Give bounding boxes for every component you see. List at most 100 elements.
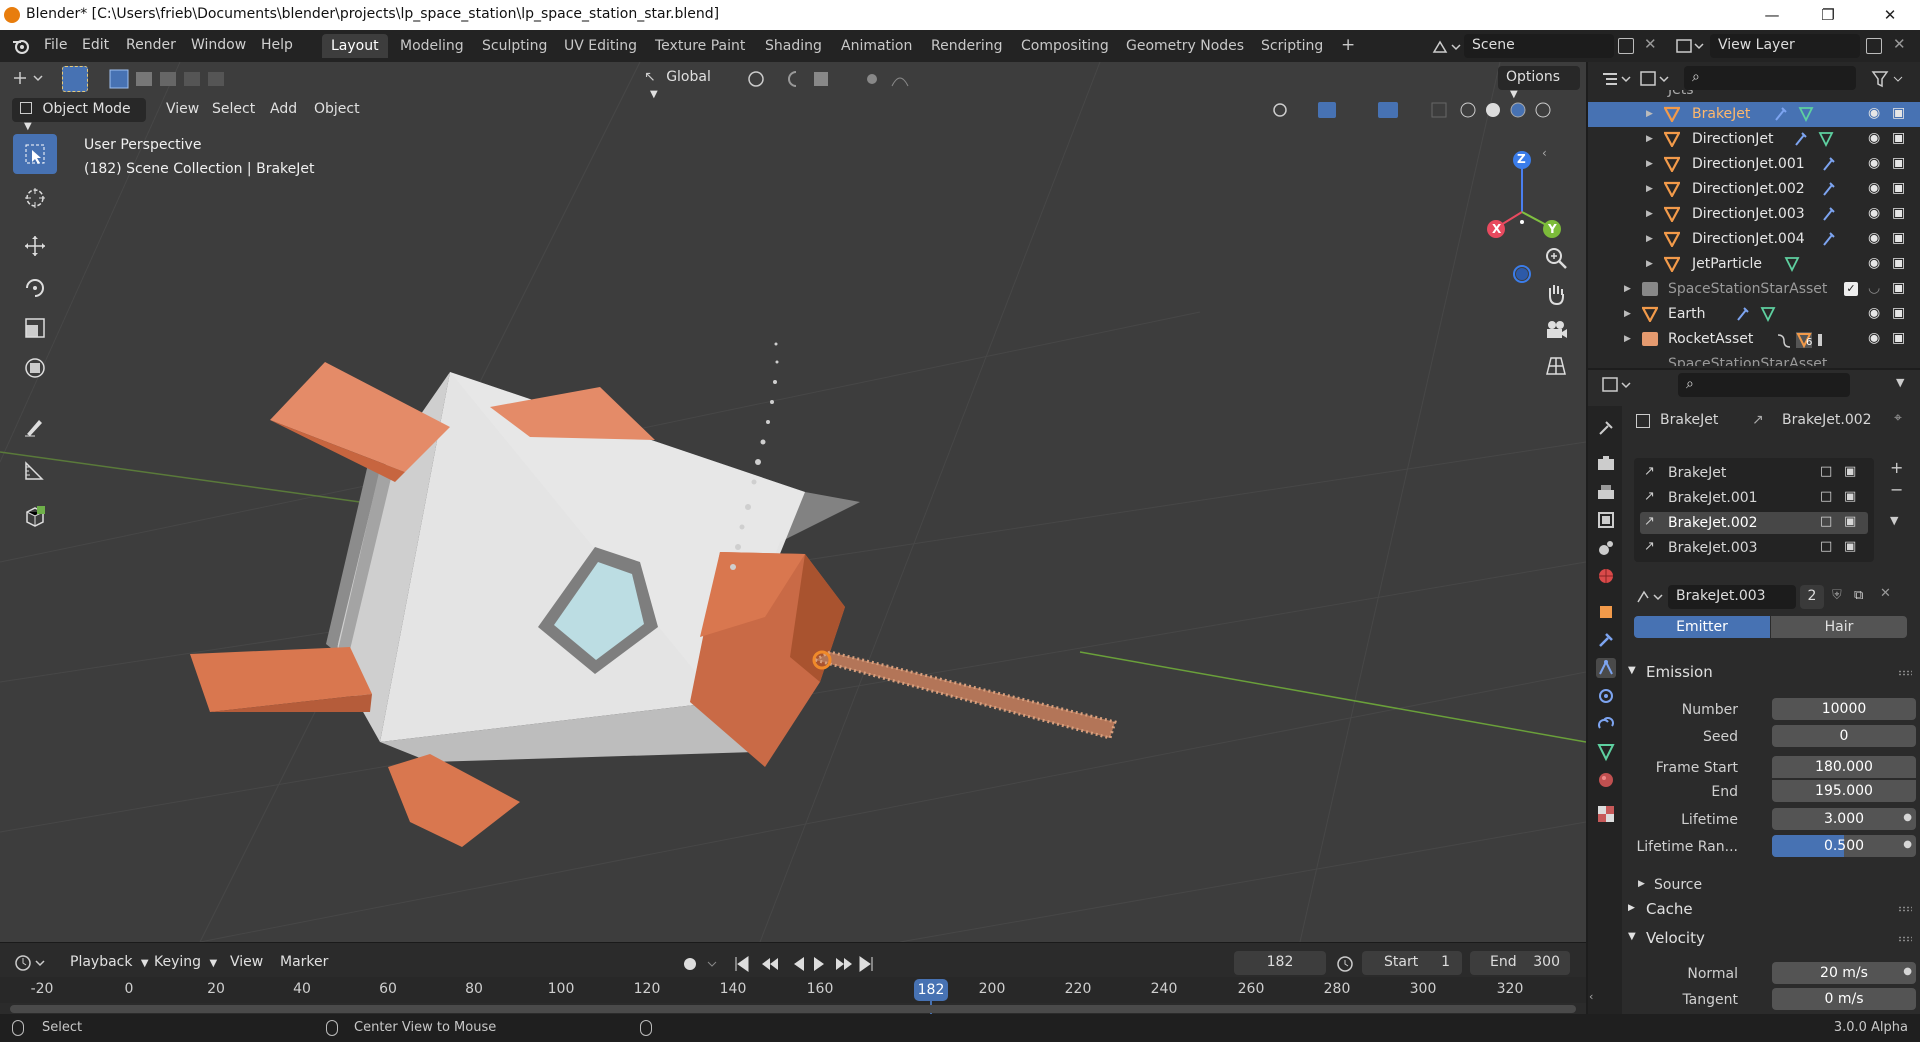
particles-tab-icon[interactable] (1596, 658, 1616, 678)
annotate-tool-icon[interactable] (13, 406, 57, 446)
particle-system-item-active[interactable]: ↗ BrakeJet.002 □ ▣ (1640, 512, 1868, 534)
remove-scene-icon[interactable]: ✕ (1644, 35, 1657, 53)
select-tool-icon[interactable] (13, 134, 57, 174)
lifetime-field[interactable]: 3.000 (1772, 808, 1916, 830)
render-camera-icon[interactable]: ▣ (1892, 205, 1905, 221)
close-icon[interactable]: ✕ (1862, 0, 1918, 30)
drag-handle-icon[interactable] (1898, 670, 1912, 676)
outliner-item-brakejet[interactable]: ▶ BrakeJet ◉ ▣ (1588, 102, 1920, 127)
show-render-icon[interactable]: ▣ (1844, 464, 1856, 479)
timeline-menu-marker[interactable]: Marker (272, 951, 336, 975)
measure-tool-icon[interactable] (13, 450, 57, 490)
new-scene-icon[interactable] (1618, 38, 1634, 54)
rotate-tool-icon[interactable] (13, 268, 57, 308)
remove-particle-system-button[interactable]: − (1890, 480, 1903, 499)
view-layer-field[interactable]: View Layer (1710, 34, 1860, 58)
add-cube-tool-icon[interactable] (13, 496, 57, 536)
pin-icon[interactable]: ⌖ (1894, 410, 1902, 426)
add-particle-system-button[interactable]: + (1890, 458, 1903, 477)
menu-window[interactable]: Window (191, 37, 246, 53)
camera-view-icon[interactable] (1544, 318, 1568, 342)
expand-arrow-icon[interactable]: ▶ (1646, 259, 1653, 269)
transform-tool-icon[interactable] (13, 348, 57, 388)
tab-animation[interactable]: Animation (832, 34, 921, 58)
minimize-icon[interactable]: — (1744, 0, 1800, 30)
duplicate-settings-icon[interactable]: ⧉ (1854, 588, 1863, 603)
visibility-eye-icon[interactable]: ◉ (1868, 230, 1880, 246)
options-dropdown[interactable]: Options ▼ (1498, 66, 1580, 100)
outliner-item-directionjet-001[interactable]: ▶ DirectionJet.001 ◉ ▣ (1588, 152, 1920, 177)
settings-name-field[interactable]: BrakeJet.003 (1668, 585, 1796, 609)
tab-layout[interactable]: Layout (322, 34, 388, 58)
visibility-eye-icon[interactable]: ◉ (1868, 330, 1880, 346)
scene-icon[interactable] (1428, 36, 1462, 58)
settings-browse-icon[interactable] (1634, 586, 1666, 608)
sidebar-collapse-icon[interactable]: ‹ (1589, 990, 1593, 1003)
tab-compositing[interactable]: Compositing (1012, 34, 1118, 58)
expand-arrow-icon[interactable]: ▶ (1646, 159, 1653, 169)
tab-uv-editing[interactable]: UV Editing (555, 34, 646, 58)
maximize-icon[interactable]: ❐ (1800, 0, 1856, 30)
lifetime-random-slider[interactable]: 0.500 (1772, 835, 1916, 857)
view-layer-tab-icon[interactable] (1596, 510, 1616, 530)
render-camera-icon[interactable]: ▣ (1892, 305, 1905, 321)
render-camera-icon[interactable]: ▣ (1892, 230, 1905, 246)
navigation-gizmo[interactable]: Z X Y (1482, 136, 1572, 306)
show-viewport-icon[interactable]: □ (1820, 514, 1832, 529)
hair-type-button[interactable]: Hair (1771, 616, 1907, 638)
expand-arrow-icon[interactable]: ▶ (1646, 209, 1653, 219)
frame-start-field[interactable]: 180.000 (1772, 756, 1916, 778)
expand-arrow-icon[interactable]: ▶ (1624, 334, 1631, 344)
visibility-eye-icon[interactable]: ◉ (1868, 255, 1880, 271)
keyframe-dot-icon[interactable]: ● (1903, 839, 1912, 850)
tab-shading[interactable]: Shading (756, 34, 831, 58)
tab-texture-paint[interactable]: Texture Paint (646, 34, 754, 58)
show-viewport-icon[interactable]: □ (1820, 539, 1832, 554)
pan-hand-icon[interactable] (1544, 282, 1568, 306)
exclude-checkbox[interactable]: ✓ (1844, 282, 1858, 296)
drag-handle-icon[interactable] (1898, 936, 1912, 942)
start-frame-field[interactable]: Start 1 (1362, 951, 1462, 975)
tab-scripting[interactable]: Scripting (1252, 34, 1332, 58)
render-camera-icon[interactable]: ▣ (1892, 280, 1905, 296)
keying-menu[interactable]: Keying ▼ (146, 951, 225, 975)
data-tab-icon[interactable] (1596, 742, 1616, 762)
filter-icon[interactable] (1870, 68, 1910, 90)
visibility-eye-icon[interactable]: ◉ (1868, 130, 1880, 146)
outliner-item-directionjet-003[interactable]: ▶ DirectionJet.003 ◉ ▣ (1588, 202, 1920, 227)
list-options-chevron-icon[interactable]: ▼ (1890, 514, 1898, 527)
render-camera-icon[interactable]: ▣ (1892, 130, 1905, 146)
show-viewport-icon[interactable]: □ (1820, 464, 1832, 479)
number-field[interactable]: 10000 (1772, 698, 1916, 720)
chevron-down-icon[interactable]: ▼ (1896, 376, 1904, 389)
velocity-section-header[interactable]: ▼ Velocity (1622, 926, 1920, 954)
new-view-layer-icon[interactable] (1866, 38, 1882, 54)
visibility-eye-icon[interactable]: ◉ (1868, 105, 1880, 121)
tab-sculpting[interactable]: Sculpting (473, 34, 556, 58)
hidden-eye-icon[interactable]: ◡ (1868, 280, 1880, 296)
playback-controls[interactable] (732, 953, 882, 975)
visibility-eye-icon[interactable]: ◉ (1868, 205, 1880, 221)
end-frame-field[interactable]: End 300 (1470, 951, 1570, 975)
outliner-item-directionjet[interactable]: ▶ DirectionJet ◉ ▣ (1588, 127, 1920, 152)
outliner-item-jetparticle[interactable]: ▶ JetParticle ◉ ▣ (1588, 252, 1920, 277)
expand-arrow-icon[interactable]: ▶ (1624, 284, 1631, 294)
outliner-search-input[interactable]: ⌕ (1684, 66, 1856, 90)
frame-end-field[interactable]: 195.000 (1772, 780, 1916, 802)
outliner-item-directionjet-004[interactable]: ▶ DirectionJet.004 ◉ ▣ (1588, 227, 1920, 252)
zoom-icon[interactable] (1544, 246, 1568, 270)
outliner-item-rocketasset[interactable]: ▶ RocketAsset 6 ◉ ▣ (1588, 327, 1920, 352)
scene-field[interactable]: Scene (1464, 34, 1614, 58)
outliner-editor-type-icon[interactable] (1600, 68, 1636, 90)
transform-orientation-dropdown[interactable]: ↖ Global ▼ (636, 66, 736, 100)
timeline-editor-type-icon[interactable] (12, 951, 52, 975)
tool-tab-icon[interactable] (1596, 418, 1616, 438)
object-mode-dropdown[interactable]: Object Mode ▼ (12, 98, 146, 132)
add-workspace-button[interactable]: + (1332, 34, 1364, 58)
sidebar-toggle-icon[interactable]: ‹ (1542, 146, 1547, 160)
rocket-object[interactable] (190, 362, 860, 847)
timeline-scrollbar[interactable] (10, 1005, 1576, 1013)
tab-geometry-nodes[interactable]: Geometry Nodes (1117, 34, 1253, 58)
render-camera-icon[interactable]: ▣ (1892, 330, 1905, 346)
expand-arrow-icon[interactable]: ▶ (1646, 134, 1653, 144)
